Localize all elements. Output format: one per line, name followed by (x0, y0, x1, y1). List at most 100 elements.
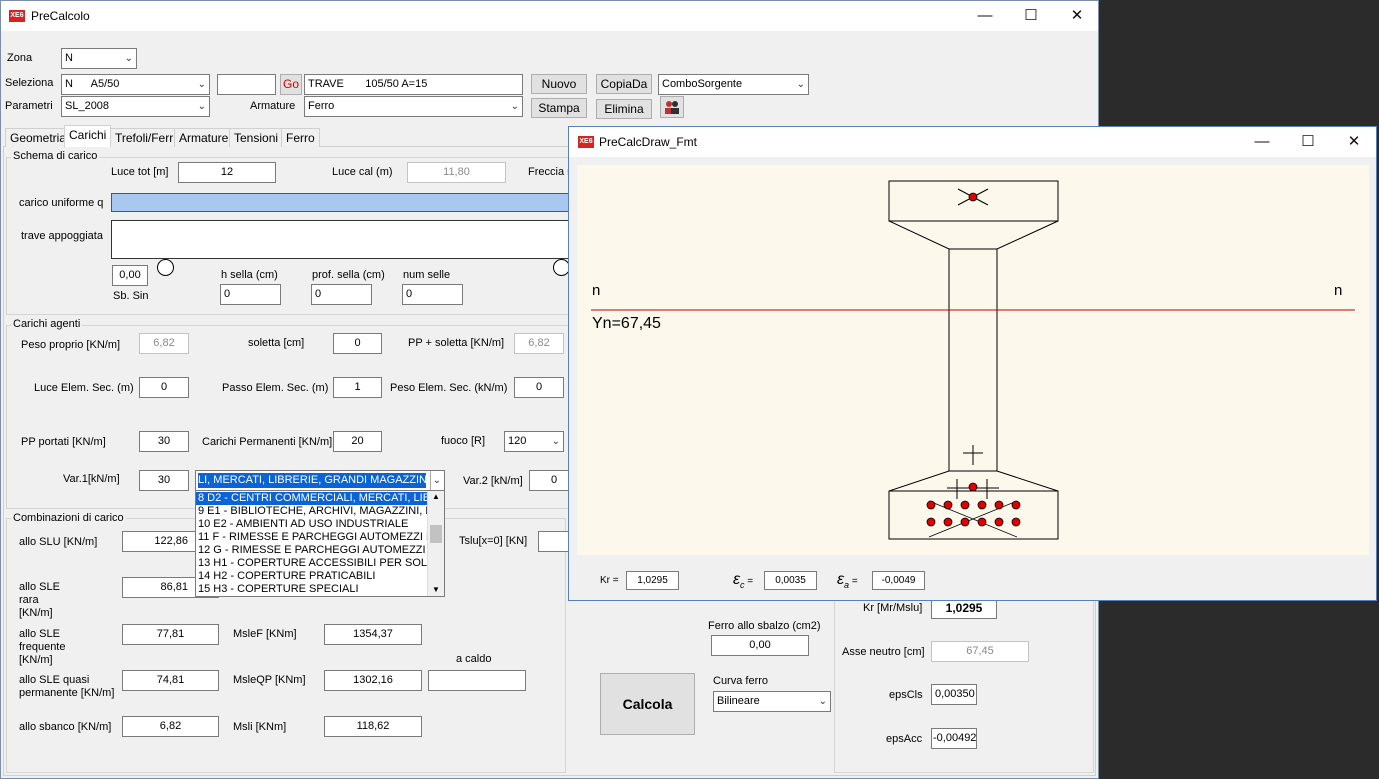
close-icon[interactable]: ✕ (1331, 127, 1377, 157)
soletta-input[interactable]: 0 (333, 333, 382, 354)
peso-elem-label: Peso Elem. Sec. (kN/m) (390, 382, 508, 394)
carico-uniforme-label: carico uniforme q (19, 197, 104, 209)
seleziona-select[interactable]: N A5/50 ⌄ (61, 74, 210, 95)
go-button[interactable]: Go (280, 74, 302, 95)
msli-input[interactable]: 118,62 (324, 716, 422, 737)
mslef-input[interactable]: 1354,37 (324, 624, 422, 645)
sle-qp-label: allo SLE quasi permanente [KN/m] (19, 674, 115, 699)
maximize-icon[interactable]: ☐ (1008, 1, 1054, 31)
fuoco-label: fuoco [R] (441, 435, 486, 447)
dropdown-item[interactable]: 12 G - RIMESSE E PARCHEGGI AUTOMEZZI S (196, 544, 436, 557)
drawing-canvas: n n Yn=67,45 (577, 165, 1369, 555)
dropdown-item[interactable]: 10 E2 - AMBIENTI AD USO INDUSTRIALE (196, 518, 428, 531)
users-icon[interactable] (660, 96, 684, 118)
peso-proprio-input: 6,82 (139, 333, 189, 354)
chevron-down-icon: ⌄ (551, 436, 560, 447)
left-support-icon (157, 259, 174, 276)
parametri-value: SL_2008 (65, 100, 110, 112)
elimina-button[interactable]: Elimina (596, 99, 652, 119)
dropdown-item[interactable]: 15 H3 - COPERTURE SPECIALI (196, 583, 428, 596)
tslu-label: Tslu[x=0] [KN] (459, 535, 528, 547)
dropdown-item[interactable]: 11 F - RIMESSE E PARCHEGGI AUTOMEZZI F (196, 531, 433, 544)
draw-epsc-value: 0,0035 (764, 571, 817, 590)
passo-elem-label: Passo Elem. Sec. (m) (222, 382, 329, 394)
close-icon[interactable]: ✕ (1054, 1, 1100, 31)
draw-window-title: PreCalcDraw_Fmt (599, 135, 698, 149)
sle-freq-input[interactable]: 77,81 (122, 624, 219, 645)
sb-sin-input[interactable]: 0,00 (112, 265, 148, 286)
scroll-down-icon[interactable]: ▼ (428, 584, 444, 596)
stampa-button[interactable]: Stampa (531, 98, 587, 118)
parametri-label: Parametri (5, 100, 53, 112)
dropdown-scrollbar[interactable]: ▲ ▼ (427, 491, 444, 596)
combo-sorgente-select[interactable]: ComboSorgente ⌄ (658, 74, 809, 95)
num-selle-input[interactable]: 0 (402, 284, 463, 305)
seleziona-label: Seleziona (5, 77, 54, 89)
kr-result-value: 1,0295 (931, 598, 997, 619)
h-sella-label: h sella (cm) (221, 269, 278, 281)
asse-neutro-label: Asse neutro [cm] (842, 646, 925, 658)
dropdown-item[interactable]: 13 H1 - COPERTURE ACCESSIBILI PER SOLA (196, 557, 434, 570)
maximize-icon[interactable]: ☐ (1285, 127, 1331, 157)
nuovo-button[interactable]: Nuovo (531, 74, 587, 94)
parametri-select[interactable]: SL_2008 ⌄ (61, 96, 210, 117)
luce-elem-label: Luce Elem. Sec. (m) (34, 382, 134, 394)
peso-elem-input[interactable]: 0 (514, 377, 564, 398)
armature-select[interactable]: Ferro ⌄ (304, 96, 523, 117)
msli-label: Msli [KNm] (233, 721, 287, 733)
chevron-down-icon: ⌄ (124, 53, 133, 64)
code-input[interactable] (217, 74, 276, 95)
epsacc-value: -0,00492 (931, 728, 977, 749)
pp-soletta-label: PP + soletta [KN/m] (408, 337, 505, 349)
luce-tot-input[interactable]: 12 (178, 162, 276, 183)
tab-tensioni[interactable]: Tensioni (229, 128, 284, 147)
scroll-up-icon[interactable]: ▲ (428, 491, 444, 503)
curva-ferro-label: Curva ferro (713, 675, 769, 687)
sbanco-label: allo sbanco [KN/m] (19, 721, 112, 733)
minimize-icon[interactable]: — (1239, 127, 1285, 157)
sle-qp-input[interactable]: 74,81 (122, 670, 219, 691)
fuoco-select[interactable]: 120 ⌄ (504, 431, 564, 452)
msleqp-input[interactable]: 1302,16 (324, 670, 422, 691)
dropdown-item[interactable]: 14 H2 - COPERTURE PRATICABILI (196, 570, 428, 583)
main-titlebar: XE6 PreCalcolo — ☐ ✕ (1, 1, 1098, 31)
carichi-perm-input[interactable]: 20 (333, 431, 382, 452)
sbanco-input[interactable]: 6,82 (122, 716, 219, 737)
copiada-button[interactable]: CopiaDa (596, 74, 652, 94)
passo-elem-input[interactable]: 1 (333, 377, 382, 398)
mslef-label: MsleF [KNm] (233, 628, 297, 640)
tab-trefoli-ferri[interactable]: Trefoli/Ferri (110, 128, 181, 147)
chevron-down-icon: ⌄ (197, 79, 206, 90)
trave-field[interactable]: TRAVE 105/50 A=15 (304, 74, 523, 95)
tab-armature[interactable]: Armature (174, 128, 234, 147)
tab-carichi[interactable]: Carichi (64, 125, 112, 147)
prof-sella-input[interactable]: 0 (311, 284, 372, 305)
var1-category-value: LI, MERCATI, LIBRERIE, GRANDI MAGAZZINI (198, 473, 426, 488)
tab-ferro[interactable]: Ferro (281, 128, 320, 147)
msleqp-label: MsleQP [KNm] (233, 674, 306, 686)
scroll-thumb[interactable] (430, 525, 442, 543)
h-sella-input[interactable]: 0 (220, 284, 281, 305)
minimize-icon[interactable]: — (962, 1, 1008, 31)
draw-window: XE6 PreCalcDraw_Fmt — ☐ ✕ n n Yn=67,45 K… (568, 126, 1377, 601)
var1-input[interactable]: 30 (139, 470, 189, 491)
dropdown-item[interactable]: 8 D2 - CENTRI COMMERCIALI, MERCATI, LIBR (196, 492, 438, 505)
luce-elem-input[interactable]: 0 (139, 377, 189, 398)
chevron-down-icon: ⌄ (796, 79, 805, 90)
dropdown-item[interactable]: 9 E1 - BIBLIOTECHE, ARCHIVI, MAGAZZINI, … (196, 505, 433, 518)
a-caldo-input[interactable] (428, 670, 526, 691)
zona-select[interactable]: N ⌄ (61, 48, 137, 69)
tab-geometria[interactable]: Geometria (5, 128, 72, 147)
calcola-button[interactable]: Calcola (600, 673, 695, 735)
pp-portati-label: PP portati [KN/m] (21, 436, 106, 448)
beam-diagram (111, 220, 581, 259)
chevron-down-icon: ⌄ (197, 101, 206, 112)
pp-soletta-input: 6,82 (514, 333, 564, 354)
ferro-sbalzo-input[interactable]: 0,00 (711, 635, 809, 656)
curva-ferro-select[interactable]: Bilineare ⌄ (713, 691, 831, 712)
var1-category-select[interactable]: LI, MERCATI, LIBRERIE, GRANDI MAGAZZINI … (195, 470, 445, 491)
pp-portati-input[interactable]: 30 (139, 431, 189, 452)
prof-sella-label: prof. sella (cm) (312, 269, 385, 281)
armature-value: Ferro (308, 100, 335, 112)
beam-section-drawing (591, 180, 1355, 540)
